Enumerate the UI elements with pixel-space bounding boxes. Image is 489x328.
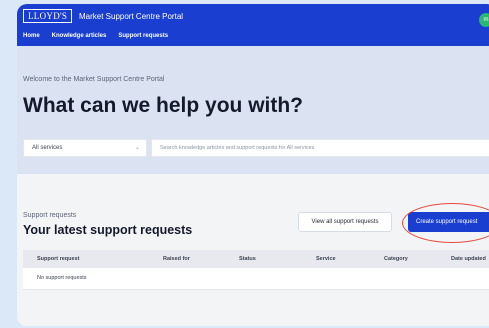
hero-section: Welcome to the Market Support Centre Por… [17, 46, 489, 174]
view-all-support-requests-button[interactable]: View all support requests [298, 212, 392, 232]
nav-knowledge-articles[interactable]: Knowledge articles [52, 33, 107, 39]
column-header-date-updated[interactable]: Date updated [451, 256, 486, 262]
section-label: Support requests [23, 212, 77, 219]
column-header-status[interactable]: Status [239, 256, 256, 262]
chevron-down-icon: ⌄ [134, 145, 140, 151]
nav-support-requests[interactable]: Support requests [118, 33, 168, 39]
empty-message: No support requests [37, 275, 87, 281]
section-heading: Your latest support requests [23, 223, 193, 237]
table-header: Support request Raised for Status Servic… [23, 250, 489, 268]
lloyds-logo[interactable]: LLOYD'S [23, 9, 73, 23]
search-input[interactable]: Search knowledge articles and support re… [151, 139, 489, 157]
table-empty-row: No support requests [23, 268, 489, 290]
welcome-text: Welcome to the Market Support Centre Por… [23, 76, 165, 83]
portal-window: LLOYD'S Market Support Centre Portal m H… [17, 4, 489, 326]
column-header-category[interactable]: Category [384, 256, 408, 262]
portal-title: Market Support Centre Portal [79, 12, 184, 21]
column-header-raised-for[interactable]: Raised for [163, 256, 190, 262]
support-requests-section: Support requests Your latest support req… [17, 174, 489, 326]
main-nav: Home Knowledge articles Support requests [23, 33, 168, 39]
column-header-support-request[interactable]: Support request [37, 256, 79, 262]
create-support-request-button[interactable]: Create support request [408, 212, 489, 232]
user-avatar[interactable]: m [479, 13, 489, 27]
service-select-value: All services [32, 145, 63, 151]
top-navigation-bar: LLOYD'S Market Support Centre Portal m H… [17, 4, 489, 46]
page-headline: What can we help you with? [23, 94, 304, 117]
service-select[interactable]: All services ⌄ [23, 139, 147, 157]
nav-home[interactable]: Home [23, 33, 40, 39]
column-header-service[interactable]: Service [316, 256, 336, 262]
